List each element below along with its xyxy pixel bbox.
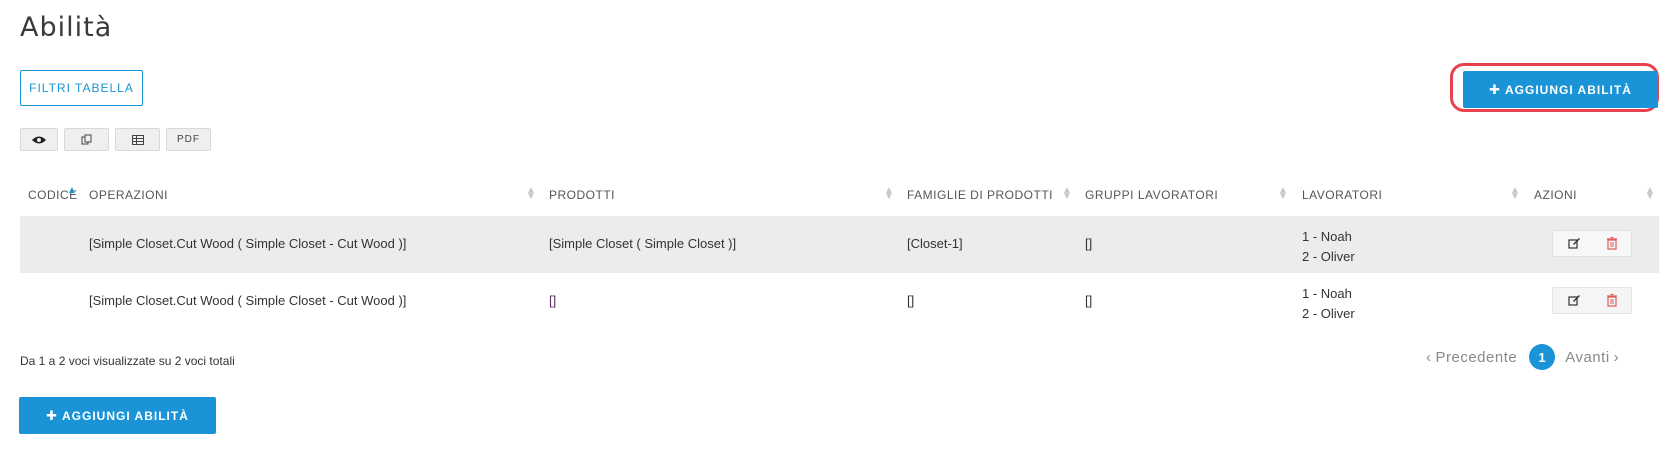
add-skill-label: AGGIUNGI ABILITÀ [1505, 82, 1632, 97]
pdf-export-button[interactable]: PDF [166, 128, 211, 151]
operations-cell: [Simple Closet.Cut Wood ( Simple Closet … [89, 236, 407, 251]
row-actions [1552, 287, 1632, 314]
skills-table: CODICE ▲ OPERAZIONI ▲ ▼ PRODOTTI ▲ ▼ FAMIG… [20, 180, 1659, 330]
products-cell: [Simple Closet ( Simple Closet )] [549, 236, 737, 251]
previous-page-link[interactable]: ‹ Precedente [1426, 349, 1517, 366]
column-header-worker-groups[interactable]: GRUPPI LAVORATORI [1085, 188, 1218, 202]
pagination: ‹ Precedente 1 Avanti › [1426, 343, 1619, 371]
table-header: CODICE ▲ OPERAZIONI ▲ ▼ PRODOTTI ▲ ▼ FAMIG… [20, 180, 1659, 210]
groups-cell: [] [1085, 236, 1093, 251]
chevron-right-icon: › [1613, 348, 1620, 366]
edit-icon[interactable] [1566, 292, 1582, 308]
column-visibility-button[interactable] [20, 128, 58, 151]
workers-cell: 1 - Noah 2 - Oliver [1302, 284, 1355, 324]
column-header-actions[interactable]: AZIONI [1534, 188, 1577, 202]
page-title: Abilità [20, 12, 113, 43]
previous-label: Precedente [1435, 348, 1518, 366]
table-summary: Da 1 a 2 voci visualizzate su 2 voci tot… [20, 354, 235, 368]
column-header-operations[interactable]: OPERAZIONI [89, 188, 168, 202]
chevron-left-icon: ‹ [1426, 348, 1432, 366]
worker-item: 1 - Noah [1302, 229, 1352, 244]
sort-icon[interactable]: ▲ ▼ [1062, 186, 1072, 202]
sort-icon[interactable]: ▲ ▼ [1278, 186, 1288, 202]
add-skill-button-top[interactable]: ✚ AGGIUNGI ABILITÀ [1463, 71, 1658, 108]
add-skill-button-bottom[interactable]: ✚ AGGIUNGI ABILITÀ [19, 397, 216, 434]
pdf-label: PDF [177, 134, 200, 145]
copy-icon [81, 134, 91, 144]
plus-icon: ✚ [46, 407, 58, 423]
table-row: [Simple Closet.Cut Wood ( Simple Closet … [20, 216, 1659, 273]
next-page-link[interactable]: Avanti › [1565, 349, 1619, 366]
sort-icon[interactable]: ▲ ▼ [526, 186, 536, 202]
families-cell: [] [907, 293, 915, 308]
worker-item: 2 - Oliver [1302, 306, 1355, 321]
spreadsheet-icon [131, 134, 144, 145]
sort-icon[interactable]: ▲ ▼ [884, 186, 894, 202]
table-filters-button[interactable]: FILTRI TABELLA [20, 70, 143, 106]
sort-icon[interactable]: ▲ ▼ [1645, 186, 1655, 202]
operations-cell: [Simple Closet.Cut Wood ( Simple Closet … [89, 293, 407, 308]
delete-icon[interactable] [1604, 235, 1620, 251]
worker-item: 1 - Noah [1302, 286, 1352, 301]
add-skill-label: AGGIUNGI ABILITÀ [62, 408, 189, 423]
sort-icon[interactable]: ▲ ▼ [1510, 186, 1520, 202]
next-label: Avanti [1565, 348, 1610, 366]
sort-icon[interactable]: ▲ [67, 186, 77, 196]
table-filters-label: FILTRI TABELLA [29, 81, 134, 95]
edit-icon[interactable] [1566, 235, 1582, 251]
export-toolbar: PDF [20, 128, 211, 151]
families-cell: [Closet-1] [907, 236, 963, 251]
row-actions [1552, 230, 1632, 257]
workers-cell: 1 - Noah 2 - Oliver [1302, 227, 1355, 267]
groups-cell: [] [1085, 293, 1093, 308]
worker-item: 2 - Oliver [1302, 249, 1355, 264]
plus-icon: ✚ [1489, 81, 1501, 97]
delete-icon[interactable] [1604, 292, 1620, 308]
table-row: [Simple Closet.Cut Wood ( Simple Closet … [20, 273, 1659, 330]
copy-button[interactable] [64, 128, 109, 151]
column-header-products[interactable]: PRODOTTI [549, 188, 615, 202]
column-header-workers[interactable]: LAVORATORI [1302, 188, 1382, 202]
column-header-product-families[interactable]: FAMIGLIE DI PRODOTTI [907, 188, 1053, 202]
page-1-button[interactable]: 1 [1529, 344, 1556, 370]
eye-icon [32, 136, 46, 143]
products-cell: [] [549, 293, 557, 308]
excel-export-button[interactable] [115, 128, 160, 151]
